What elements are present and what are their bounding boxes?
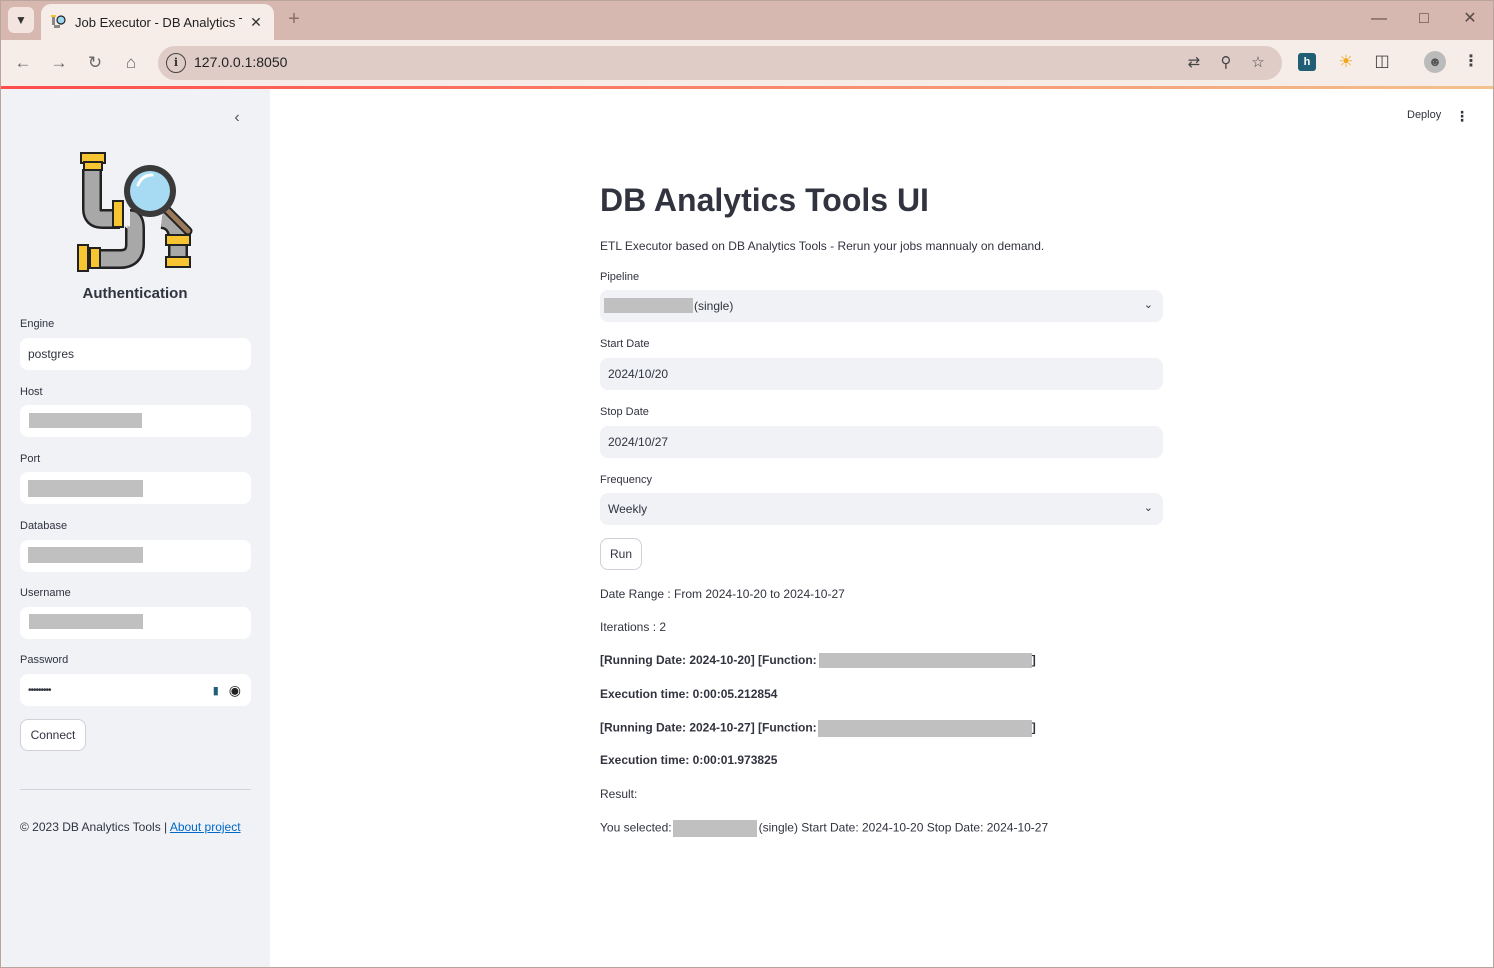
profile-avatar-icon[interactable]: ☻ (1424, 51, 1446, 73)
database-label: Database (20, 520, 68, 532)
selection-suffix: (single) Start Date: 2024-10-20 Stop Dat… (758, 820, 1049, 835)
sidebar-divider (20, 789, 251, 790)
username-label: Username (20, 587, 71, 599)
port-label: Port (20, 453, 41, 465)
port-input[interactable] (20, 472, 251, 504)
redacted-value (28, 480, 143, 497)
redacted-value (28, 547, 143, 563)
password-value: ••••••••• (28, 684, 51, 696)
main-menu-icon[interactable]: ⋮ (1455, 108, 1469, 125)
pipeline-select-value: (single) (694, 299, 734, 313)
page-subtitle: ETL Executor based on DB Analytics Tools… (600, 239, 1045, 253)
engine-value: postgres (28, 347, 75, 361)
extension-icon[interactable]: h (1298, 53, 1316, 71)
stop-date-input[interactable]: 2024/10/27 (600, 426, 1163, 458)
tab-close-icon[interactable]: ✕ (248, 14, 264, 31)
start-date-value: 2024/10/20 (608, 367, 669, 381)
pipeline-select[interactable]: (single) ⌄ (600, 290, 1163, 322)
new-tab-button[interactable]: + (283, 8, 305, 30)
connect-button[interactable]: Connect (20, 719, 86, 751)
chevron-down-icon: ⌄ (1143, 299, 1153, 311)
stop-date-label: Stop Date (600, 406, 649, 418)
run-button[interactable]: Run (600, 538, 642, 570)
forward-icon[interactable]: → (47, 51, 71, 75)
browser-menu-icon[interactable]: ⋮ (1460, 51, 1482, 73)
engine-input[interactable]: postgres (20, 338, 251, 370)
chevron-down-icon: ⌄ (1143, 502, 1153, 514)
password-input[interactable]: ••••••••• ▮ ◉ (20, 674, 251, 706)
run-log-2: [Running Date: 2024-10-27] [Function:] (600, 720, 1036, 737)
site-info-icon[interactable]: i (166, 53, 186, 73)
footer-text: © 2023 DB Analytics Tools | (20, 820, 170, 834)
pipeline-magnifier-logo-icon (77, 152, 193, 272)
reload-icon[interactable]: ↻ (83, 51, 107, 75)
engine-label: Engine (20, 318, 55, 330)
pipeline-label: Pipeline (600, 271, 640, 283)
redacted-value (29, 413, 142, 428)
redacted-value (29, 614, 143, 629)
run-log-1-suffix: ] (1031, 653, 1036, 667)
frequency-label: Frequency (600, 474, 652, 486)
window-close-icon[interactable]: ✕ (1455, 8, 1485, 30)
execution-time-1: Execution time: 0:00:05.212854 (600, 687, 778, 701)
browser-toolbar: ← → ↻ ⌂ i 127.0.0.1:8050 ⇄ ⚲ ☆ (0, 40, 1494, 86)
page-title: DB Analytics Tools UI (600, 182, 929, 218)
deploy-button[interactable]: Deploy (1407, 109, 1441, 121)
address-bar[interactable]: i 127.0.0.1:8050 ⇄ ⚲ ☆ (158, 46, 1282, 80)
collapse-sidebar-icon[interactable]: ‹ (228, 109, 246, 127)
stop-date-value: 2024/10/27 (608, 435, 669, 449)
redacted-value (604, 298, 693, 313)
back-icon[interactable]: ← (11, 51, 35, 75)
start-date-input[interactable]: 2024/10/20 (600, 358, 1163, 390)
frequency-select[interactable]: Weekly ⌄ (600, 493, 1163, 525)
sidebar-title: Authentication (82, 285, 188, 302)
puzzle-extensions-icon[interactable]: ◫ (1371, 51, 1393, 73)
about-project-link[interactable]: About project (170, 820, 241, 834)
database-input[interactable] (20, 540, 251, 572)
sun-extension-icon[interactable]: ☀ (1335, 51, 1357, 73)
sidebar: ‹ Authentication Engine postgres Host Po… (0, 89, 270, 968)
show-password-eye-icon[interactable]: ◉ (229, 682, 241, 699)
run-log-1-prefix: [Running Date: 2024-10-20] [Function: (600, 653, 817, 667)
minimize-icon[interactable]: — (1364, 8, 1394, 30)
execution-time-2: Execution time: 0:00:01.973825 (600, 753, 778, 767)
maximize-icon[interactable]: □ (1409, 8, 1439, 30)
browser-tab[interactable]: Job Executor - DB Analytics Too ✕ (41, 4, 274, 40)
date-range-text: Date Range : From 2024-10-20 to 2024-10-… (600, 587, 845, 601)
browser-tab-bar: ▼ Job Executor - DB Analytics Too ✕ + — … (0, 0, 1494, 40)
iterations-text: Iterations : 2 (600, 620, 667, 634)
address-url[interactable]: 127.0.0.1:8050 (194, 54, 287, 70)
translate-icon[interactable]: ⇄ (1184, 53, 1204, 73)
password-label: Password (20, 654, 69, 666)
host-label: Host (20, 386, 43, 398)
result-label: Result: (600, 787, 638, 801)
bookmark-star-icon[interactable]: ☆ (1248, 53, 1268, 73)
selection-summary: You selected: (single) Start Date: 2024-1… (600, 820, 1048, 837)
redacted-value (817, 720, 1032, 737)
tab-title: Job Executor - DB Analytics Too (75, 14, 242, 30)
host-input[interactable] (20, 405, 251, 437)
home-icon[interactable]: ⌂ (119, 51, 143, 75)
frequency-select-value: Weekly (608, 502, 648, 516)
username-input[interactable] (20, 607, 251, 639)
password-manager-icon[interactable]: ▮ (213, 684, 219, 697)
run-log-1: [Running Date: 2024-10-20] [Function:] (600, 653, 1036, 669)
zoom-icon[interactable]: ⚲ (1216, 53, 1236, 73)
selection-prefix: You selected: (600, 820, 672, 835)
tab-search-button[interactable]: ▼ (8, 7, 34, 33)
run-log-2-suffix: ] (1031, 720, 1036, 735)
app-favicon-icon (51, 15, 66, 28)
run-log-2-prefix: [Running Date: 2024-10-27] [Function: (600, 720, 817, 735)
redacted-value (672, 820, 757, 837)
redacted-value (818, 653, 1032, 669)
password-icons: ▮ ◉ (213, 682, 241, 699)
chevron-down-icon: ▼ (15, 13, 27, 27)
start-date-label: Start Date (600, 338, 650, 350)
sidebar-footer: © 2023 DB Analytics Tools | About projec… (20, 820, 241, 834)
